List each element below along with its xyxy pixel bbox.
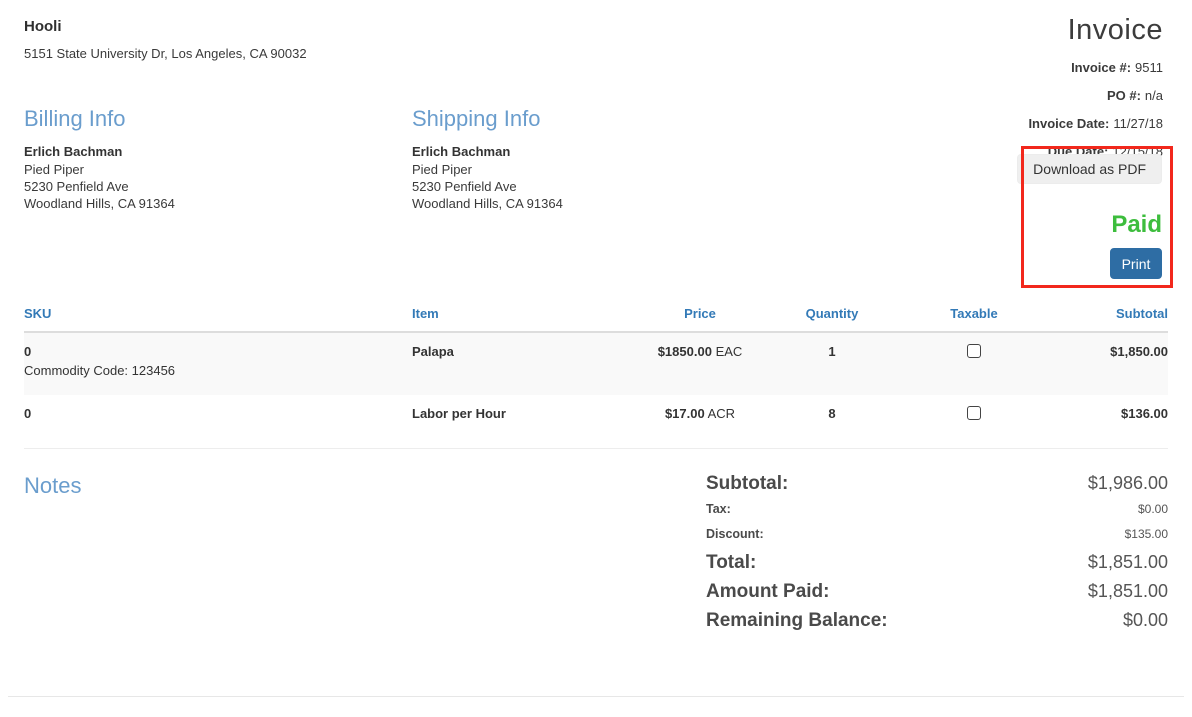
table-bottom-divider [24,448,1168,449]
col-header-subtotal: Subtotal [1064,306,1168,332]
price-value: $1850.00 [658,344,712,359]
price-unit: EAC [716,344,743,359]
col-header-taxable: Taxable [884,306,1064,332]
paid-status-badge: Paid [1111,211,1162,239]
remaining-balance-value: $0.00 [1123,610,1168,631]
tax-label: Tax: [706,502,731,516]
billing-name: Erlich Bachman [24,144,412,159]
discount-row: Discount: $135.00 [706,527,1168,541]
invoice-date-value: 11/27/18 [1113,116,1163,131]
table-row: 0 Labor per Hour $17.00 ACR 8 $136.00 [24,395,1168,435]
shipping-info-block: Shipping Info Erlich Bachman Pied Piper … [412,106,800,210]
col-header-price: Price [620,306,780,332]
commodity-code: Commodity Code: 123456 [24,363,412,378]
subtotal-cell: $1,850.00 [1064,332,1168,395]
shipping-info-heading: Shipping Info [412,106,800,132]
tax-row: Tax: $0.00 [706,502,1168,516]
taxable-checkbox[interactable] [967,344,981,358]
discount-label: Discount: [706,527,764,541]
col-header-sku: SKU [24,306,412,332]
page-title: Invoice [1028,14,1163,47]
billing-info-heading: Billing Info [24,106,412,132]
price-cell: $1850.00 EAC [620,332,780,395]
po-number-label: PO #: [1107,88,1141,103]
footer-divider [8,696,1184,697]
taxable-cell [884,395,1064,435]
total-label: Total: [706,552,756,574]
subtotal-row: Subtotal: $1,986.00 [706,473,1168,495]
invoice-number-label: Invoice #: [1071,60,1131,75]
price-value: $17.00 [665,406,705,421]
subtotal-value: $1,986.00 [1088,473,1168,494]
table-row: 0 Commodity Code: 123456 Palapa $1850.00… [24,332,1168,395]
tax-value: $0.00 [1138,502,1168,516]
invoice-date-row: Invoice Date: 11/27/18 [1028,116,1163,131]
quantity-cell: 1 [780,332,884,395]
shipping-name: Erlich Bachman [412,144,800,159]
sku-cell: 0 [24,395,412,435]
invoice-meta: Invoice Invoice #: 9511 PO #: n/a Invoice … [1028,14,1163,159]
quantity-cell: 8 [780,395,884,435]
sku-value: 0 [24,344,412,359]
invoice-number-value: 9511 [1135,60,1163,75]
amount-paid-row: Amount Paid: $1,851.00 [706,581,1168,603]
line-items-table: SKU Item Price Quantity Taxable Subtotal… [24,306,1168,435]
company-block: Hooli 5151 State University Dr, Los Ange… [24,18,1168,61]
po-number-row: PO #: n/a [1028,88,1163,103]
price-unit: ACR [708,406,735,421]
col-header-item: Item [412,306,620,332]
shipping-line: Pied Piper [412,163,800,176]
summary-section: Notes Subtotal: $1,986.00 Tax: $0.00 Dis… [24,473,1168,639]
download-as-pdf-button[interactable]: Download as PDF [1017,154,1162,184]
taxable-cell [884,332,1064,395]
billing-line: Woodland Hills, CA 91364 [24,197,412,210]
subtotal-cell: $136.00 [1064,395,1168,435]
addresses-section: Billing Info Erlich Bachman Pied Piper 5… [24,106,1168,210]
total-row: Total: $1,851.00 [706,552,1168,574]
company-name: Hooli [24,18,1168,35]
col-header-quantity: Quantity [780,306,884,332]
notes-block: Notes [24,473,81,639]
price-cell: $17.00 ACR [620,395,780,435]
table-header-row: SKU Item Price Quantity Taxable Subtotal [24,306,1168,332]
sku-value: 0 [24,406,412,421]
item-cell: Palapa [412,332,620,395]
print-button[interactable]: Print [1110,248,1162,279]
invoice-date-label: Invoice Date: [1028,116,1109,131]
subtotal-label: Subtotal: [706,473,788,495]
billing-line: 5230 Penfield Ave [24,180,412,193]
shipping-line: 5230 Penfield Ave [412,180,800,193]
shipping-line: Woodland Hills, CA 91364 [412,197,800,210]
taxable-checkbox[interactable] [967,406,981,420]
sku-cell: 0 Commodity Code: 123456 [24,332,412,395]
discount-value: $135.00 [1125,527,1168,541]
item-cell: Labor per Hour [412,395,620,435]
totals-block: Subtotal: $1,986.00 Tax: $0.00 Discount:… [706,473,1168,639]
invoice-page: Hooli 5151 State University Dr, Los Ange… [0,0,1192,717]
remaining-balance-label: Remaining Balance: [706,610,888,632]
invoice-number-row: Invoice #: 9511 [1028,60,1163,75]
billing-info-block: Billing Info Erlich Bachman Pied Piper 5… [24,106,412,210]
notes-heading: Notes [24,473,81,499]
amount-paid-label: Amount Paid: [706,581,830,603]
total-value: $1,851.00 [1088,552,1168,573]
amount-paid-value: $1,851.00 [1088,581,1168,602]
billing-line: Pied Piper [24,163,412,176]
company-address: 5151 State University Dr, Los Angeles, C… [24,46,1168,61]
remaining-balance-row: Remaining Balance: $0.00 [706,610,1168,632]
po-number-value: n/a [1145,88,1163,103]
